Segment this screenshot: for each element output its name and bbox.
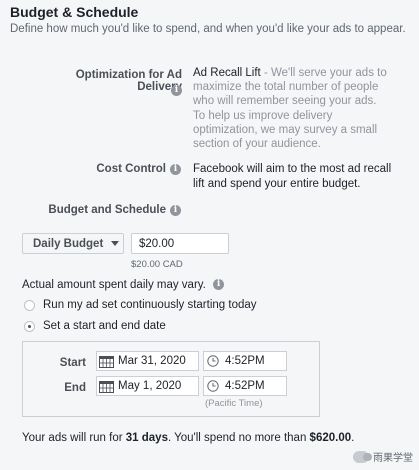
budget-schedule-label: Budget and Schedule xyxy=(48,204,166,216)
radio-label-start-end: Set a start and end date xyxy=(43,320,166,332)
optimization-label: Optimization for Ad Delivery xyxy=(75,69,182,93)
cost-control-info-icon[interactable]: i xyxy=(170,164,181,175)
end-label: End xyxy=(64,382,86,394)
start-time-value: 4:52PM xyxy=(225,355,265,367)
optimization-info-icon[interactable]: i xyxy=(171,85,182,96)
start-date-input[interactable]: Mar 31, 2020 xyxy=(96,351,199,371)
budget-type-dropdown[interactable]: Daily Budget xyxy=(22,233,124,254)
radio-circle-start-end[interactable] xyxy=(24,320,35,332)
budget-type-label: Daily Budget xyxy=(33,237,104,250)
spend-vary-note: Actual amount spent daily may vary. i xyxy=(22,279,225,291)
summary-middle: . You'll spend no more than xyxy=(167,432,310,444)
calendar-icon xyxy=(99,380,114,393)
start-label: Start xyxy=(59,357,86,369)
summary-amount: $620.00 xyxy=(309,432,352,444)
end-date-value: May 1, 2020 xyxy=(118,380,182,392)
radio-circle-continuous[interactable] xyxy=(24,299,35,311)
radio-label-continuous: Run my ad set continuously starting toda… xyxy=(43,299,257,311)
cost-control-label: Cost Control xyxy=(96,163,166,175)
end-time-input[interactable]: 4:52PM xyxy=(203,376,287,396)
calendar-icon xyxy=(99,355,114,368)
watermark-text: 雨果学堂 xyxy=(373,453,413,464)
budget-amount-input[interactable]: $20.00 xyxy=(131,233,229,254)
chevron-down-icon xyxy=(111,241,120,246)
cost-control-label-row: Cost Control xyxy=(60,163,166,175)
summary-suffix: . xyxy=(351,432,355,444)
clock-icon xyxy=(207,355,219,367)
chat-bubble-icon xyxy=(353,450,372,463)
run-summary: Your ads will run for 31 days. You'll sp… xyxy=(22,432,354,444)
radio-run-continuously[interactable]: Run my ad set continuously starting toda… xyxy=(24,299,257,311)
budget-schedule-info-icon[interactable]: i xyxy=(170,205,181,216)
optimization-note: To help us improve delivery optimization… xyxy=(193,110,378,150)
start-time-input[interactable]: 4:52PM xyxy=(203,351,287,371)
optimization-label-row: Optimization for Ad Delivery xyxy=(30,69,182,93)
cost-control-text: Facebook will aim to the most ad recall … xyxy=(193,163,392,190)
radio-start-end-date[interactable]: Set a start and end date xyxy=(24,320,166,332)
end-date-input[interactable]: May 1, 2020 xyxy=(96,376,199,396)
spend-vary-info-icon[interactable]: i xyxy=(213,279,225,291)
timezone-label: (Pacific Time) xyxy=(205,398,263,409)
summary-days: 31 days xyxy=(125,432,168,444)
section-description: Define how much you'd like to spend, and… xyxy=(10,23,406,35)
budget-amount-currency: $20.00 CAD xyxy=(131,259,183,270)
section-title: Budget & Schedule xyxy=(10,4,139,20)
summary-prefix: Your ads will run for xyxy=(22,432,126,444)
end-time-value: 4:52PM xyxy=(225,380,265,392)
spend-vary-text: Actual amount spent daily may vary. xyxy=(22,279,206,291)
budget-schedule-label-row: Budget and Schedule xyxy=(40,204,166,216)
clock-icon xyxy=(207,380,219,392)
watermark: 雨果学堂 xyxy=(353,449,413,464)
optimization-value: Ad Recall Lift - We'll serve your ads to… xyxy=(193,66,393,108)
start-date-value: Mar 31, 2020 xyxy=(118,355,186,367)
optimization-value-title: Ad Recall Lift xyxy=(193,67,261,79)
